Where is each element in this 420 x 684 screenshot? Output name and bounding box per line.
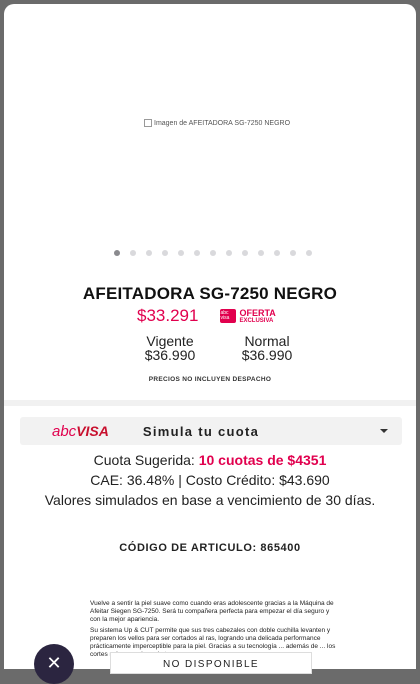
shipping-disclaimer: PRECIOS NO INCLUYEN DESPACHO xyxy=(148,376,272,383)
carousel-dot[interactable] xyxy=(178,250,184,256)
promo-line2: EXCLUSIVA xyxy=(239,317,274,324)
cuota-value: 10 cuotas de $4351 xyxy=(198,452,327,468)
chevron-down-icon xyxy=(380,429,388,433)
product-image: Imagen de AFEITADORA SG-7250 NEGRO xyxy=(144,119,290,127)
abc-visa-logo-icon: abc visa xyxy=(220,309,237,323)
close-button[interactable]: ✕ xyxy=(34,644,74,684)
carousel-dot[interactable] xyxy=(258,250,264,256)
exclusive-offer-badge: abc visa OFERTA EXCLUSIVA xyxy=(220,307,276,324)
simulation-note: Valores simulados en base a vencimiento … xyxy=(44,492,376,508)
carousel-dot[interactable] xyxy=(130,250,136,256)
product-image-alt: Imagen de AFEITADORA SG-7250 NEGRO xyxy=(154,119,291,127)
carousel-dot[interactable] xyxy=(226,250,232,256)
promo-line1: OFERTA xyxy=(239,307,276,318)
offer-price: $33.291 xyxy=(137,306,199,325)
carousel-dots xyxy=(4,250,416,256)
unavailable-button[interactable]: NO DISPONIBLE xyxy=(110,652,312,674)
vigente-price-block: Vigente $36.990 xyxy=(135,334,205,362)
carousel-dot[interactable] xyxy=(242,250,248,256)
carousel-dot[interactable] xyxy=(146,250,152,256)
carousel-dot[interactable] xyxy=(162,250,168,256)
simulate-installment-dropdown[interactable]: abc VISA Simula tu cuota xyxy=(20,417,402,445)
normal-price: $36.990 xyxy=(241,347,293,363)
section-divider xyxy=(4,400,416,406)
normal-price-block: Normal $36.990 xyxy=(232,334,302,362)
cae-cost: CAE: 36.48% | Costo Crédito: $43.690 xyxy=(90,472,330,488)
abc-logo-text: abc xyxy=(52,422,77,440)
carousel-dot[interactable] xyxy=(194,250,200,256)
product-title: AFEITADORA SG-7250 NEGRO xyxy=(82,284,338,303)
visa-logo-text: VISA xyxy=(76,422,109,439)
close-icon: ✕ xyxy=(46,653,62,673)
carousel-dot[interactable] xyxy=(210,250,216,256)
carousel-dot[interactable] xyxy=(274,250,280,256)
carousel-dot[interactable] xyxy=(306,250,312,256)
broken-image-icon xyxy=(144,119,152,127)
vigente-label: Vigente xyxy=(146,333,194,349)
cuota-prefix: Cuota Sugerida: xyxy=(93,452,199,468)
product-modal: Imagen de AFEITADORA SG-7250 NEGRO AFEIT… xyxy=(4,4,416,669)
article-code: CÓDIGO DE ARTICULO: 865400 xyxy=(119,542,301,554)
carousel-dot[interactable] xyxy=(290,250,296,256)
vigente-price: $36.990 xyxy=(144,347,196,363)
abc-visa-logo: abc VISA xyxy=(52,423,109,440)
simulate-label: Simula tu cuota xyxy=(142,423,260,439)
product-image-area[interactable]: Imagen de AFEITADORA SG-7250 NEGRO xyxy=(4,4,416,244)
description-paragraph-1: Vuelve a sentir la piel suave como cuand… xyxy=(90,600,334,623)
price-row: $33.291 abc visa OFERTA EXCLUSIVA xyxy=(137,306,276,326)
carousel-dot[interactable] xyxy=(114,250,120,256)
suggested-installment: Cuota Sugerida: 10 cuotas de $4351 xyxy=(4,452,416,468)
normal-label: Normal xyxy=(244,333,290,349)
